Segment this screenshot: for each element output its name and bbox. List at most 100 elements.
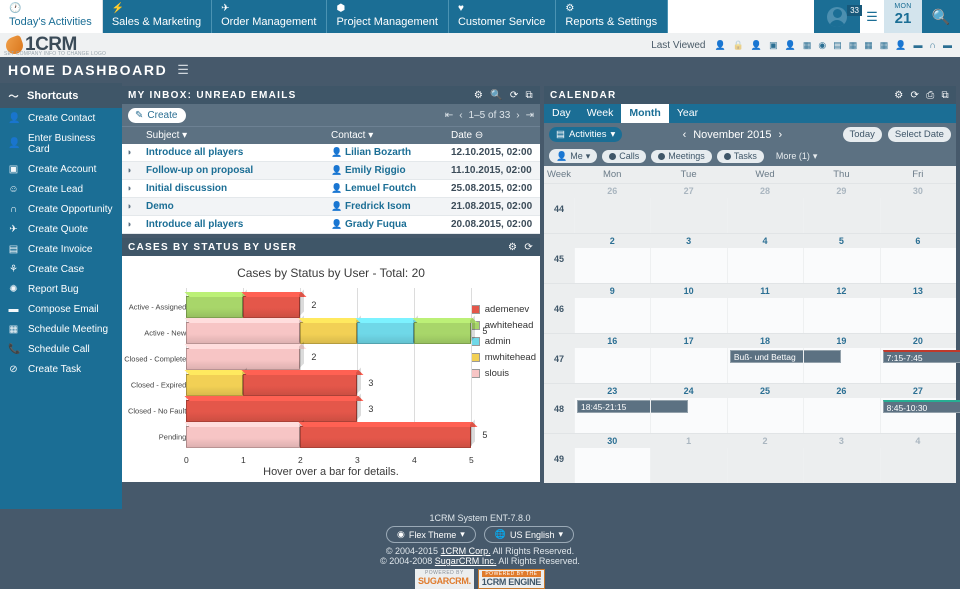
row-status-icon[interactable]: ◑: [122, 179, 142, 198]
calendar-day-number[interactable]: 16: [574, 334, 650, 348]
sidebar-item-create-quote[interactable]: ✈ Create Quote: [0, 219, 122, 239]
calendar-day-cell[interactable]: [803, 198, 880, 233]
calendar-week-number[interactable]: 44: [544, 184, 574, 233]
calendar-day-cell[interactable]: Buß- und Bettag: [726, 348, 841, 383]
calendar-day-number[interactable]: 4: [727, 234, 803, 248]
chart-bar[interactable]: 3: [184, 370, 471, 396]
create-button[interactable]: ✎ Create: [128, 107, 187, 123]
contact-icon[interactable]: 👤: [785, 40, 796, 51]
invoice-icon[interactable]: ▤: [833, 40, 842, 51]
meeting-icon[interactable]: ▦: [880, 40, 889, 51]
calendar-day-cell[interactable]: [726, 398, 803, 433]
calendar-day-cell[interactable]: 18:45-21:15: [574, 398, 689, 433]
calendar-day-number[interactable]: 26: [803, 384, 879, 398]
calendar-day-cell[interactable]: [726, 448, 804, 483]
meeting-icon[interactable]: ▦: [864, 40, 873, 51]
refresh-icon[interactable]: ⟳: [510, 90, 520, 101]
sidebar-item-schedule-call[interactable]: 📞 Schedule Call: [0, 339, 122, 359]
sidebar-item-create-invoice[interactable]: ▤ Create Invoice: [0, 239, 122, 259]
copyright2-link[interactable]: SugarCRM Inc.: [435, 556, 497, 566]
first-page-button[interactable]: ⇤: [445, 110, 453, 121]
subject-link[interactable]: Introduce all players: [146, 147, 243, 158]
email-icon[interactable]: ▬: [914, 40, 923, 50]
select-date-button[interactable]: Select Date: [887, 127, 951, 142]
table-row[interactable]: ◑ Introduce all players 👤 Grady Fuqua 20…: [122, 215, 540, 234]
calendar-event[interactable]: 7:15-7:45: [882, 350, 960, 363]
contact-link[interactable]: Lemuel Foutch: [345, 183, 416, 194]
table-row[interactable]: ◑ Initial discussion 👤 Lemuel Foutch 25.…: [122, 179, 540, 198]
calendar-day-cell[interactable]: [650, 248, 726, 283]
calendar-day-number[interactable]: 2: [574, 234, 650, 248]
meeting-icon[interactable]: ▦: [849, 40, 858, 51]
calendar-day-number[interactable]: 12: [803, 284, 879, 298]
calendar-day-number[interactable]: 27: [650, 184, 726, 198]
nav-module-reports-settings[interactable]: ⚙ Reports & Settings: [556, 0, 669, 33]
calendar-day-cell[interactable]: [803, 398, 879, 433]
contact-link[interactable]: Grady Fuqua: [345, 219, 407, 230]
calendar-day-cell[interactable]: [879, 298, 956, 333]
next-page-button[interactable]: ›: [516, 110, 519, 121]
tab-month[interactable]: Month: [621, 104, 669, 123]
calendar-day-cell[interactable]: [574, 448, 650, 483]
tab-week[interactable]: Week: [579, 104, 622, 123]
theme-button[interactable]: ◉ Flex Theme ▾: [385, 526, 476, 543]
filter-calls[interactable]: Calls: [602, 149, 647, 163]
calendar-day-number[interactable]: 10: [650, 284, 726, 298]
contact-icon[interactable]: 👤: [895, 40, 906, 51]
hamburger-icon[interactable]: ☰: [860, 0, 884, 33]
calendar-day-cell[interactable]: 7:15-7:45: [879, 348, 960, 383]
calendar-day-cell[interactable]: [879, 448, 957, 483]
table-row[interactable]: ◑ Introduce all players 👤 Lilian Bozarth…: [122, 144, 540, 162]
calendar-day-number[interactable]: 19: [803, 334, 879, 348]
prev-page-button[interactable]: ‹: [459, 110, 462, 121]
calendar-day-cell[interactable]: [879, 198, 957, 233]
chart-bar-segment[interactable]: [241, 292, 307, 318]
calendar-day-number[interactable]: 29: [803, 184, 879, 198]
chart-bar[interactable]: 5: [184, 318, 487, 344]
calendar-week-number[interactable]: 47: [544, 334, 574, 383]
calendar-day-number[interactable]: 18: [727, 334, 803, 348]
calendar-day-number[interactable]: 27: [880, 384, 956, 398]
calendar-day-number[interactable]: 20: [880, 334, 956, 348]
calendar-day-cell[interactable]: [574, 298, 650, 333]
chart-bar-segment[interactable]: [184, 318, 307, 344]
chart-bar[interactable]: 2: [184, 292, 471, 318]
row-subject[interactable]: Introduce all players: [142, 144, 327, 162]
row-contact[interactable]: 👤 Lemuel Foutch: [327, 179, 447, 198]
gear-icon[interactable]: ⚙: [474, 90, 484, 101]
subject-link[interactable]: Introduce all players: [146, 219, 243, 230]
calendar-week-number[interactable]: 48: [544, 384, 574, 433]
row-status-icon[interactable]: ◑: [122, 144, 142, 162]
calendar-day-number[interactable]: 30: [574, 434, 650, 448]
gear-icon[interactable]: ⚙: [894, 90, 904, 101]
sidebar-item-create-account[interactable]: ▣ Create Account: [0, 159, 122, 179]
sidebar-item-report-bug[interactable]: ✺ Report Bug: [0, 279, 122, 299]
calendar-day-number[interactable]: 25: [727, 384, 803, 398]
calendar-day-number[interactable]: 3: [650, 234, 726, 248]
chart-bar-segment[interactable]: [412, 318, 478, 344]
chart-bar[interactable]: 2: [184, 344, 471, 370]
calendar-day-number[interactable]: 2: [727, 434, 803, 448]
chart-legend-item[interactable]: mwhitehead: [470, 352, 536, 363]
calendar-day-cell[interactable]: [650, 348, 726, 383]
calendar-event[interactable]: 8:45-10:30: [882, 400, 960, 413]
calendar-day-number[interactable]: 13: [880, 284, 956, 298]
tab-year[interactable]: Year: [669, 104, 706, 123]
row-contact[interactable]: 👤 Lilian Bozarth: [327, 144, 447, 162]
chart-bar-segment[interactable]: [298, 318, 364, 344]
chart-bar-segment[interactable]: [298, 422, 478, 448]
last-page-button[interactable]: ⇥: [526, 110, 534, 121]
chart-bar-segment[interactable]: [184, 422, 307, 448]
copyright1-link[interactable]: 1CRM Corp.: [441, 546, 491, 556]
sidebar-item-create-case[interactable]: ⚘ Create Case: [0, 259, 122, 279]
search-icon[interactable]: 🔍: [490, 90, 504, 101]
sidebar-item-create-lead[interactable]: ☺ Create Lead: [0, 179, 122, 199]
row-contact[interactable]: 👤 Fredrick Isom: [327, 197, 447, 216]
print-icon[interactable]: ⎙: [926, 90, 935, 101]
lock-icon[interactable]: 🔒: [733, 40, 744, 51]
row-subject[interactable]: Follow-up on proposal: [142, 161, 327, 180]
calendar-day-cell[interactable]: [803, 348, 879, 383]
language-button[interactable]: 🌐 US English ▾: [483, 526, 575, 543]
calendar-day-cell[interactable]: [726, 298, 803, 333]
calendar-day-cell[interactable]: [803, 298, 879, 333]
